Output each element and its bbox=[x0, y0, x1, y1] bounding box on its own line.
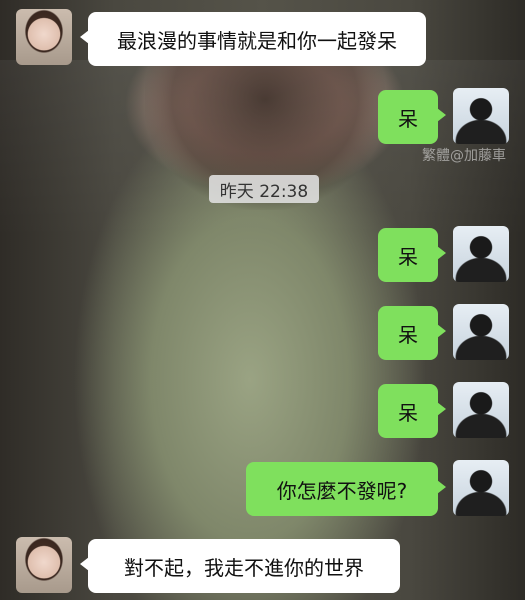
watermark: 繁體@加藤車 bbox=[422, 148, 506, 164]
timestamp-text: 昨天 22:38 bbox=[219, 181, 309, 202]
outgoing-message-bubble[interactable]: 呆 bbox=[378, 90, 446, 144]
boy-avatar-icon[interactable] bbox=[453, 382, 509, 438]
message-timestamp: 昨天 22:38 bbox=[209, 175, 319, 203]
boy-avatar-icon[interactable] bbox=[453, 304, 509, 360]
message-text: 呆 bbox=[398, 322, 418, 347]
boy-avatar-icon[interactable] bbox=[453, 88, 509, 144]
message-text: 你怎麼不發呢? bbox=[276, 478, 408, 503]
boy-avatar-icon[interactable] bbox=[453, 226, 509, 282]
outgoing-message-bubble[interactable]: 呆 bbox=[378, 306, 446, 360]
outgoing-message-bubble[interactable]: 呆 bbox=[378, 384, 446, 438]
girl-avatar-icon[interactable] bbox=[16, 9, 72, 65]
girl-avatar-icon[interactable] bbox=[16, 537, 72, 593]
incoming-message-bubble[interactable]: 最浪漫的事情就是和你一起發呆 bbox=[80, 12, 426, 66]
message-text: 呆 bbox=[398, 400, 418, 425]
incoming-message-bubble[interactable]: 對不起，我走不進你的世界 bbox=[80, 539, 400, 593]
outgoing-message-bubble[interactable]: 呆 bbox=[378, 228, 446, 282]
message-text: 呆 bbox=[398, 106, 418, 131]
message-text: 呆 bbox=[398, 244, 418, 269]
message-text: 最浪漫的事情就是和你一起發呆 bbox=[117, 28, 397, 53]
boy-avatar-icon[interactable] bbox=[453, 460, 509, 516]
message-text: 對不起，我走不進你的世界 bbox=[124, 555, 364, 580]
outgoing-message-bubble[interactable]: 你怎麼不發呢? bbox=[246, 462, 446, 516]
